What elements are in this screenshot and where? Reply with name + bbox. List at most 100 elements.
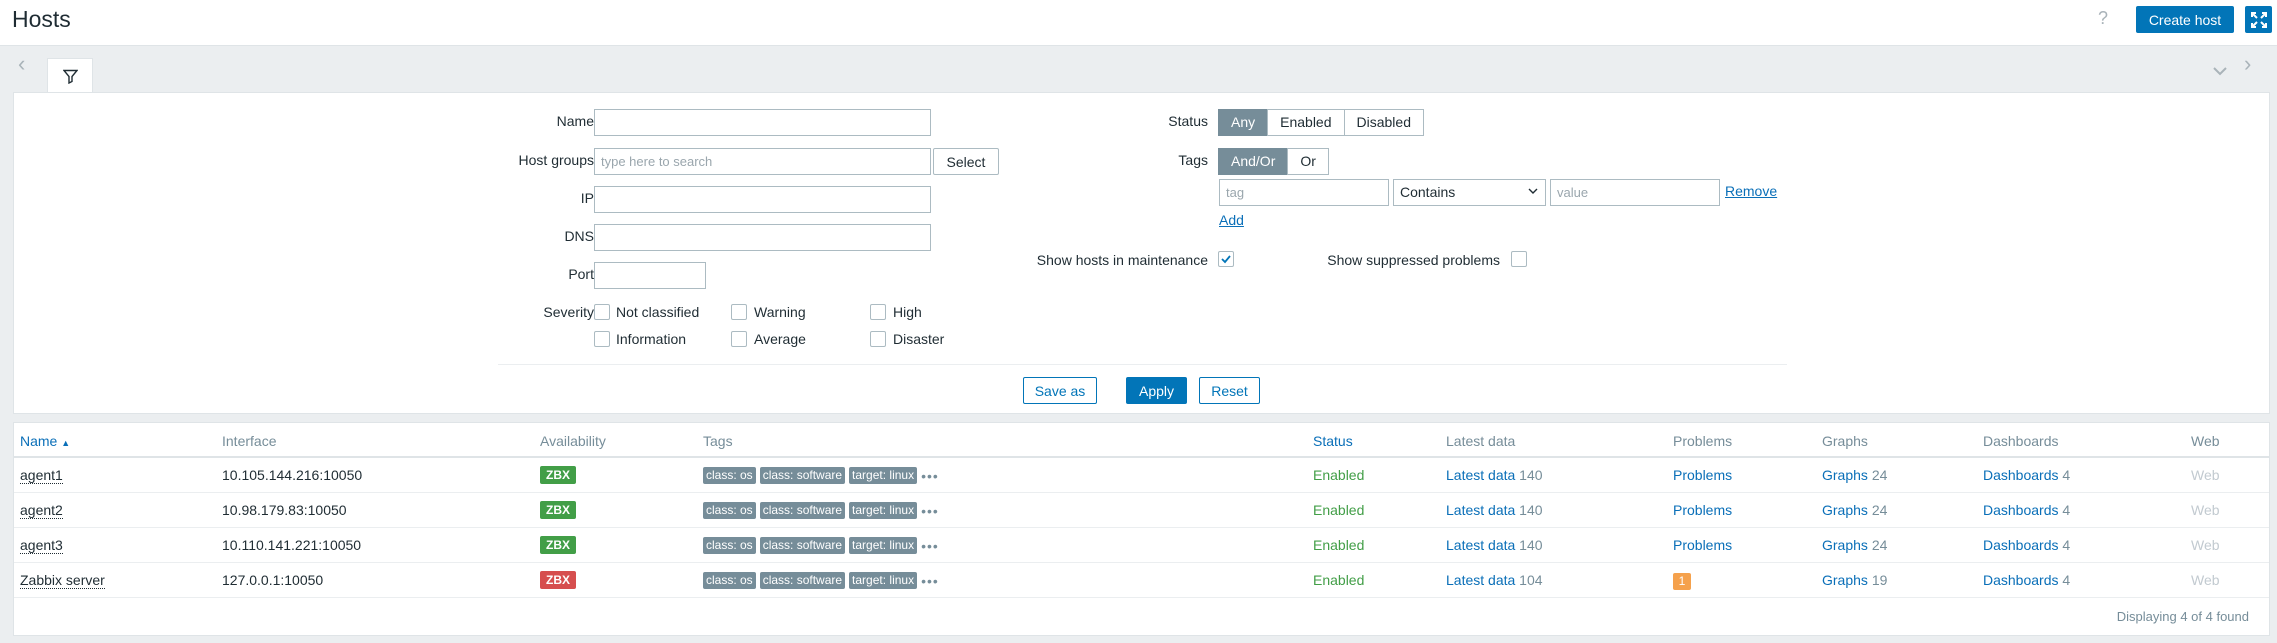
tag-badge[interactable]: class: os: [703, 502, 756, 519]
status-disabled-option[interactable]: Disabled: [1343, 109, 1424, 136]
web-link: Web: [2191, 502, 2220, 518]
host-status-link[interactable]: Enabled: [1313, 502, 1364, 518]
tags-or-option[interactable]: Or: [1287, 148, 1329, 175]
more-tags-icon[interactable]: •••: [921, 503, 939, 519]
tag-name-input[interactable]: tag: [1219, 179, 1389, 206]
latest-data-link[interactable]: Latest data 104: [1446, 572, 1543, 588]
suppressed-checkbox[interactable]: [1511, 251, 1527, 267]
col-status-header[interactable]: Status: [1313, 433, 1353, 449]
host-status-link[interactable]: Enabled: [1313, 572, 1364, 588]
graphs-link[interactable]: Graphs 24: [1822, 537, 1887, 553]
severity-label-not-classified: Not classified: [616, 304, 700, 320]
web-link: Web: [2191, 537, 2220, 553]
tag-badge[interactable]: target: linux: [849, 467, 918, 484]
chevron-down-icon[interactable]: [2212, 65, 2228, 77]
host-name-link[interactable]: agent2: [20, 502, 63, 519]
graphs-link[interactable]: Graphs 24: [1822, 502, 1887, 518]
availability-badge[interactable]: ZBX: [540, 466, 576, 484]
severity-label: Severity: [543, 304, 594, 320]
dashboards-link[interactable]: Dashboards 4: [1983, 537, 2070, 553]
page-title: Hosts: [12, 6, 71, 32]
severity-high-checkbox[interactable]: [870, 304, 886, 320]
severity-not-classified-checkbox[interactable]: [594, 304, 610, 320]
status-segmented: Any Enabled Disabled: [1218, 109, 1424, 136]
latest-data-link[interactable]: Latest data 140: [1446, 537, 1543, 553]
apply-button[interactable]: Apply: [1126, 377, 1187, 404]
availability-badge[interactable]: ZBX: [540, 501, 576, 519]
tab-prev-icon[interactable]: ‹: [18, 53, 25, 75]
status-enabled-option[interactable]: Enabled: [1267, 109, 1345, 136]
port-input[interactable]: [594, 262, 706, 289]
host-name-link[interactable]: agent1: [20, 467, 63, 484]
tag-badge[interactable]: class: software: [759, 572, 846, 589]
tag-badge[interactable]: class: os: [703, 467, 756, 484]
host-tags: class: os class: software target: linux •••: [703, 536, 939, 554]
host-groups-select-button[interactable]: Select: [933, 148, 999, 175]
problems-link[interactable]: 1: [1673, 572, 1691, 590]
dns-input[interactable]: [594, 224, 931, 251]
host-interface: 10.110.141.221:10050: [222, 537, 362, 553]
severity-disaster-checkbox[interactable]: [870, 331, 886, 347]
reset-button[interactable]: Reset: [1199, 377, 1260, 404]
col-name-header[interactable]: Name ▲: [20, 433, 70, 449]
host-interface: 127.0.0.1:10050: [222, 572, 324, 588]
problems-link[interactable]: Problems: [1673, 467, 1732, 483]
graphs-link[interactable]: Graphs 19: [1822, 572, 1887, 588]
tag-remove-link[interactable]: Remove: [1725, 183, 1777, 199]
create-host-button[interactable]: Create host: [2136, 6, 2234, 33]
row-divider: [14, 597, 2269, 598]
tag-badge[interactable]: class: software: [759, 537, 846, 554]
tags-andor-option[interactable]: And/Or: [1218, 148, 1289, 175]
more-tags-icon[interactable]: •••: [921, 573, 939, 589]
tags-label: Tags: [1178, 152, 1208, 168]
tag-badge[interactable]: class: os: [703, 537, 756, 554]
ip-input[interactable]: [594, 186, 931, 213]
tag-operator-value: Contains: [1400, 184, 1456, 200]
web-link: Web: [2191, 572, 2220, 588]
tag-badge[interactable]: class: software: [759, 467, 846, 484]
tab-filter[interactable]: [47, 58, 93, 93]
more-tags-icon[interactable]: •••: [921, 538, 939, 554]
graphs-link[interactable]: Graphs 24: [1822, 467, 1887, 483]
severity-information-checkbox[interactable]: [594, 331, 610, 347]
availability-badge[interactable]: ZBX: [540, 536, 576, 554]
problems-link[interactable]: Problems: [1673, 502, 1732, 518]
host-groups-input[interactable]: type here to search: [594, 148, 931, 175]
tag-badge[interactable]: target: linux: [849, 537, 918, 554]
severity-warning-checkbox[interactable]: [731, 304, 747, 320]
host-status-link[interactable]: Enabled: [1313, 467, 1364, 483]
host-interface: 10.105.144.216:10050: [222, 467, 363, 483]
col-tags-header: Tags: [703, 433, 733, 449]
status-any-option[interactable]: Any: [1218, 109, 1269, 136]
tab-next-icon[interactable]: ›: [2244, 53, 2251, 75]
tag-badge[interactable]: class: software: [759, 502, 846, 519]
more-tags-icon[interactable]: •••: [921, 468, 939, 484]
severity-average-checkbox[interactable]: [731, 331, 747, 347]
dashboards-link[interactable]: Dashboards 4: [1983, 467, 2070, 483]
tag-operator-select[interactable]: Contains: [1393, 179, 1546, 206]
latest-data-link[interactable]: Latest data 140: [1446, 467, 1543, 483]
problems-link[interactable]: Problems: [1673, 537, 1732, 553]
web-link: Web: [2191, 467, 2220, 483]
dashboards-link[interactable]: Dashboards 4: [1983, 502, 2070, 518]
tag-add-link[interactable]: Add: [1219, 212, 1244, 228]
host-name-link[interactable]: agent3: [20, 537, 63, 554]
tags-evaltype-segmented: And/Or Or: [1218, 148, 1329, 175]
ip-label: IP: [580, 190, 594, 206]
save-as-button[interactable]: Save as: [1023, 377, 1097, 404]
name-input[interactable]: [594, 109, 931, 136]
tag-badge[interactable]: class: os: [703, 572, 756, 589]
help-icon[interactable]: ?: [2098, 8, 2108, 29]
maintenance-checkbox[interactable]: [1218, 251, 1234, 267]
availability-badge[interactable]: ZBX: [540, 571, 576, 589]
host-status-link[interactable]: Enabled: [1313, 537, 1364, 553]
dashboards-link[interactable]: Dashboards 4: [1983, 572, 2070, 588]
tag-badge[interactable]: target: linux: [849, 502, 918, 519]
latest-data-link[interactable]: Latest data 140: [1446, 502, 1543, 518]
tag-value-input[interactable]: value: [1550, 179, 1720, 206]
host-name-link[interactable]: Zabbix server: [20, 572, 105, 589]
kiosk-mode-button[interactable]: [2245, 6, 2272, 33]
host-groups-label: Host groups: [518, 152, 594, 168]
col-availability-header: Availability: [540, 433, 606, 449]
tag-badge[interactable]: target: linux: [849, 572, 918, 589]
